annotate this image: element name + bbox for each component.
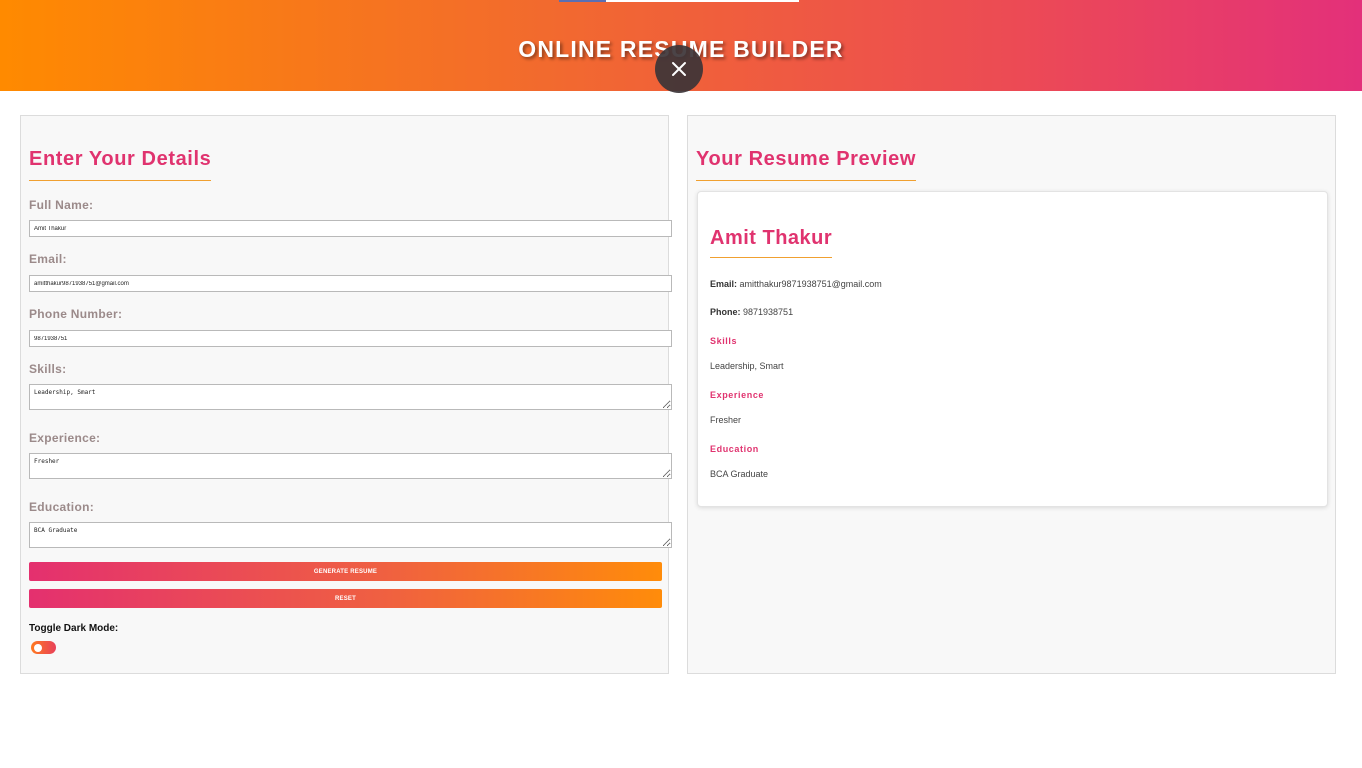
education-label: Education: [29, 500, 94, 514]
email-label: Email: [29, 252, 67, 266]
details-form-panel: Enter Your Details Full Name: Email: Pho… [20, 115, 672, 674]
email-input[interactable] [29, 275, 672, 292]
full-name-input[interactable] [29, 220, 672, 237]
experience-textarea[interactable]: Fresher [29, 453, 672, 479]
resume-email-value: amitthakur9871938751@gmail.com [739, 279, 882, 289]
top-strip-segment [559, 0, 606, 2]
education-textarea[interactable]: BCA Graduate [29, 522, 672, 548]
resume-phone-label: Phone: [710, 307, 741, 317]
resume-experience-text: Fresher [710, 415, 742, 425]
phone-input[interactable] [29, 330, 672, 347]
resume-preview-panel: Your Resume Preview Amit Thakur Email: a… [687, 115, 1336, 674]
resume-skills-text: Leadership, Smart [710, 361, 784, 371]
close-button[interactable] [655, 45, 703, 93]
generate-resume-button[interactable]: GENERATE RESUME [29, 562, 662, 581]
resume-phone-value: 9871938751 [743, 307, 794, 317]
form-title: Enter Your Details [29, 148, 212, 181]
resume-skills-heading: Skills [710, 336, 738, 346]
top-strip [559, 0, 799, 2]
reset-button[interactable]: RESET [29, 589, 662, 608]
toggle-knob [34, 643, 42, 652]
resume-education-heading: Education [710, 444, 759, 454]
phone-label: Phone Number: [29, 307, 123, 321]
resume-card: Amit Thakur Email: amitthakur9871938751@… [697, 191, 1328, 507]
resume-education-text: BCA Graduate [710, 469, 769, 479]
resume-email-label: Email: [710, 279, 738, 289]
dark-mode-label: Toggle Dark Mode: [29, 623, 119, 634]
skills-label: Skills: [29, 362, 67, 376]
resume-email-line: Email: amitthakur9871938751@gmail.com [710, 279, 882, 289]
full-name-label: Full Name: [29, 198, 94, 212]
dark-mode-toggle[interactable] [31, 641, 56, 654]
skills-textarea[interactable]: Leadership, Smart [29, 384, 672, 410]
close-icon [672, 62, 686, 76]
experience-label: Experience: [29, 431, 101, 445]
preview-title: Your Resume Preview [696, 148, 917, 181]
resume-name: Amit Thakur [710, 227, 833, 258]
resume-experience-heading: Experience [710, 390, 765, 400]
resume-phone-line: Phone: 9871938751 [710, 307, 793, 317]
